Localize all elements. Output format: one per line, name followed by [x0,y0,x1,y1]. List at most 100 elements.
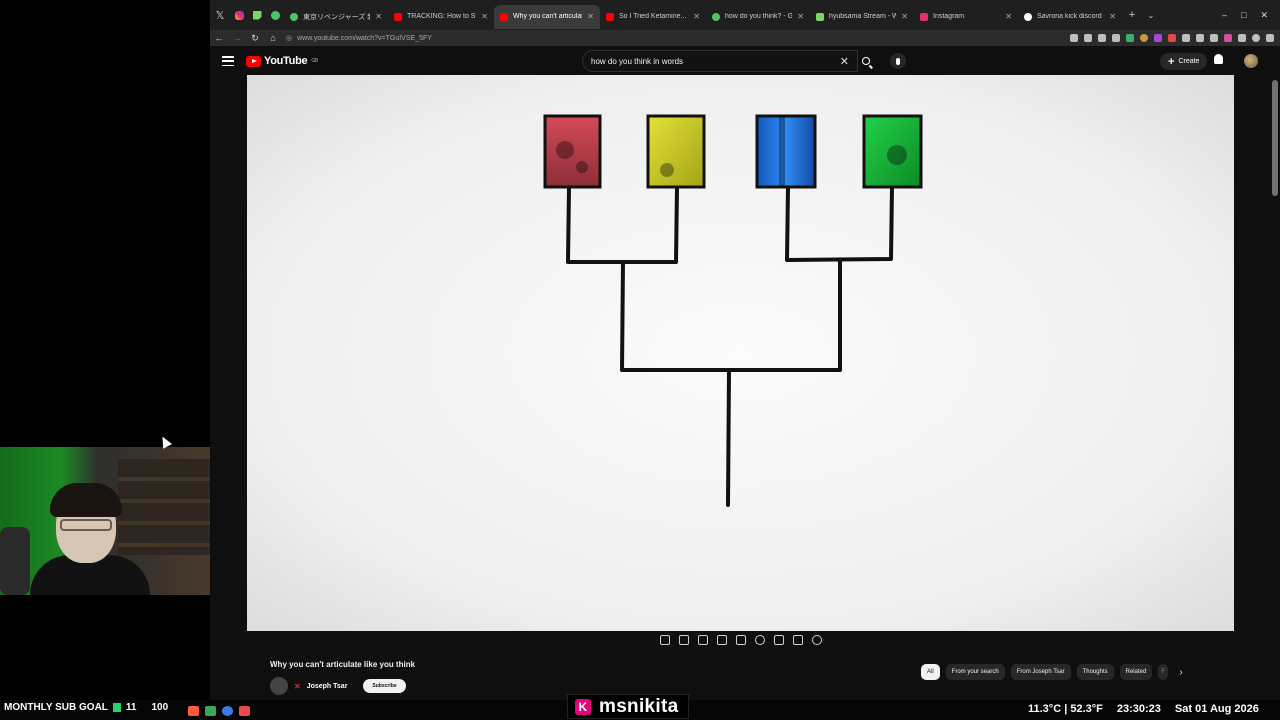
subscribe-button[interactable]: Subscribe [363,679,406,693]
close-tab-icon[interactable]: ✕ [587,12,594,21]
channel-avatar[interactable] [270,677,288,695]
chip-all[interactable]: All [921,664,940,680]
close-tab-icon[interactable]: ✕ [1109,12,1116,21]
clear-search-icon[interactable]: ✕ [840,55,849,68]
tab[interactable]: 東京リベンジャーズ 新衣装 ...✕ [284,5,388,29]
x-twitter-pinned-tab[interactable]: 𝕏 [210,9,230,22]
bell-icon[interactable] [1214,54,1223,64]
google-favicon-icon [712,12,720,21]
sub-goal-widget: MONTHLY SUB GOAL 11 100 [4,702,168,713]
plus-icon: + [1168,55,1175,68]
close-tab-icon[interactable]: ✕ [481,12,488,21]
tab[interactable]: hyubsama Stream - Watch Li✕ [810,5,914,29]
youtube-play-icon [246,55,261,67]
extension-icon[interactable] [1084,34,1092,42]
tab[interactable]: Instagram ✕ [914,5,1018,29]
tab-bar: 𝕏 東京リベンジャーズ 新衣装 ...✕ TRACKING: How to St… [210,0,1280,30]
theater-mode-icon[interactable] [736,635,746,645]
screenshot-icon[interactable] [793,635,803,645]
close-tab-icon[interactable]: ✕ [1005,12,1012,21]
extensions-puzzle-icon[interactable] [1238,34,1246,42]
taskbar-app-icon[interactable] [188,706,199,716]
address-bar[interactable]: ◎ www.youtube.com/watch?v=TGuIVSE_5FY [286,34,432,43]
chip-more[interactable]: F [1158,664,1168,680]
streamer-name-plate: K msnikita [567,694,689,719]
speed-icon[interactable] [755,635,765,645]
extension-icon[interactable] [1182,34,1190,42]
youtube-favicon-icon [394,12,402,21]
site-info-icon[interactable]: ◎ [286,34,292,42]
account-avatar[interactable] [1244,54,1258,68]
webcam-feed [0,447,218,595]
home-icon[interactable]: ⌂ [264,33,282,43]
tab-active[interactable]: Why you can't articulate like✕ [494,4,600,29]
kick-logo-icon: K [575,698,591,715]
channel-name[interactable]: Joseph Tsar [307,683,348,690]
tab[interactable]: Savrona kick discord - Goog✕ [1018,5,1122,29]
tab[interactable]: TRACKING: How to Stick an I✕ [388,5,494,29]
temperature: 11.3°C | 52.3°F [1028,703,1103,715]
screen: 𝕏 東京リベンジャーズ 新衣装 ...✕ TRACKING: How to St… [0,0,1280,720]
extension-icon[interactable] [1098,34,1106,42]
taskbar-app-icon[interactable] [205,706,216,716]
extension-icon[interactable] [1140,34,1148,42]
green-pinned-tab[interactable] [266,0,284,30]
tab[interactable]: So I Tried Ketamine... | Bryan✕ [600,5,706,29]
taskbar-app-icon[interactable] [222,706,233,716]
video-player[interactable] [247,75,1234,631]
tree-trunk [726,368,731,507]
bookmark-star-icon[interactable] [1112,34,1120,42]
close-window-button[interactable]: ✕ [1260,10,1268,21]
chip-thoughts[interactable]: Thoughts [1076,664,1114,680]
navigation-bar: ← → ↻ ⌂ ◎ www.youtube.com/watch?v=TGuIVS… [210,30,1280,46]
chip-from-your-search[interactable]: From your search [945,664,1005,680]
clock-date: Sat 01 Aug 2026 [1174,703,1259,715]
twitch-pinned-tab[interactable] [248,0,266,30]
search-button[interactable] [856,50,876,72]
forward-arrow-icon[interactable]: → [228,33,246,43]
pip-icon[interactable] [774,635,784,645]
download-icon[interactable] [1126,34,1134,42]
taskbar-app-icon[interactable] [239,706,250,716]
audio-icon[interactable] [679,635,689,645]
maximize-button[interactable]: □ [1241,10,1246,21]
minimize-button[interactable]: – [1222,10,1227,21]
close-tab-icon[interactable]: ✕ [375,12,382,21]
youtube-logo[interactable]: YouTube GB [246,55,318,67]
chip-related[interactable]: Related [1119,664,1153,680]
stream-stats: 11.3°C | 52.3°F 23:30:23 Sat 01 Aug 2026 [1028,703,1259,715]
search-input[interactable]: how do you think in words ✕ [582,50,858,72]
miniplayer-icon[interactable] [717,635,727,645]
instagram-icon [234,10,244,20]
voice-search-button[interactable] [890,53,906,69]
subtitles-icon[interactable] [698,635,708,645]
hamburger-menu-icon[interactable] [222,56,234,66]
extension-icon[interactable] [1196,34,1204,42]
branch-join [620,258,842,372]
extension-icon[interactable] [1154,34,1162,42]
create-button[interactable]: + Create [1160,53,1208,70]
close-tab-icon[interactable]: ✕ [693,12,700,21]
back-arrow-icon[interactable]: ← [210,33,228,43]
close-tab-icon[interactable]: ✕ [797,12,804,21]
close-tab-icon[interactable]: ✕ [901,12,908,21]
reload-icon[interactable]: ↻ [246,33,264,44]
new-tab-button[interactable]: + [1122,9,1142,21]
instagram-pinned-tab[interactable] [230,0,248,30]
extension-icon[interactable] [1070,34,1078,42]
profile-icon[interactable] [1252,34,1260,42]
tab[interactable]: how do you think? - Google✕ [706,5,810,29]
extension-icon[interactable] [1168,34,1176,42]
extension-icon[interactable] [1210,34,1218,42]
chevron-right-icon[interactable]: › [1174,667,1188,678]
browser-menu-icon[interactable] [1266,34,1274,42]
blue-leaf-box [755,114,817,189]
scrollbar-thumb[interactable] [1272,80,1278,196]
extension-icon[interactable] [1224,34,1232,42]
loop-icon[interactable] [660,635,670,645]
tab-favicon-icon [290,12,298,21]
chip-from-channel[interactable]: From Joseph Tsar [1010,664,1071,680]
tab-list-chevron-icon[interactable]: ⌄ [1142,11,1160,20]
settings-gear-icon[interactable] [812,635,822,645]
streamer-name: msnikita [599,695,679,717]
